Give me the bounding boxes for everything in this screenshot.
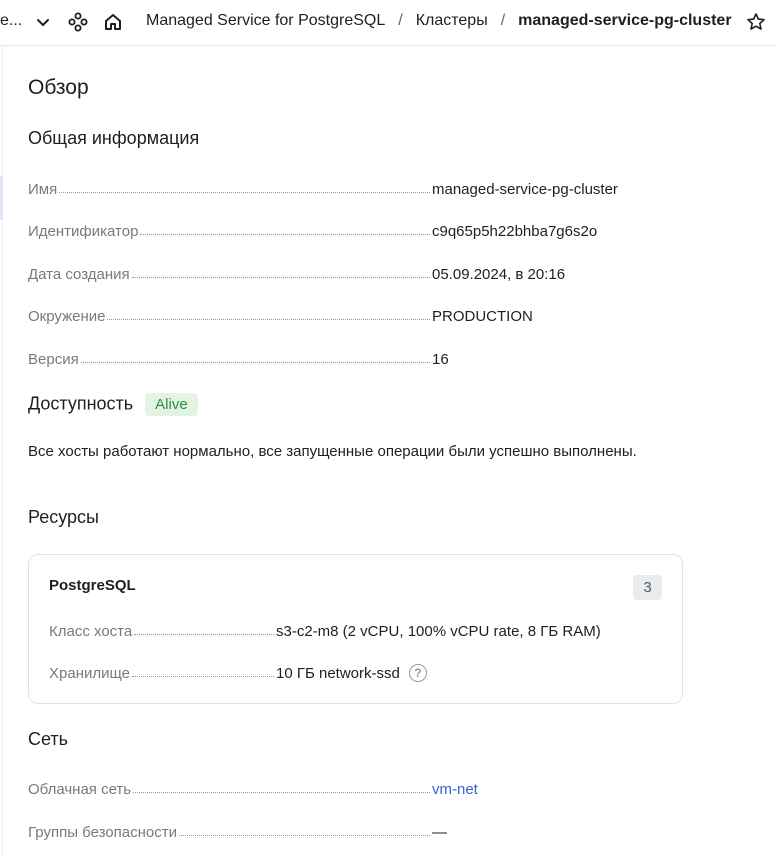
info-value: c9q65p5h22bhba7g6s2o <box>432 223 598 240</box>
dotted-leader <box>107 319 430 320</box>
network-row-security-groups: Группы безопасности — <box>28 819 628 841</box>
top-bar: е... Managed Service for PostgreSQL / Клас… <box>0 0 775 46</box>
left-panel-border <box>2 46 3 858</box>
resource-row-storage: Хранилище 10 ГБ network-ssd ? <box>49 660 609 682</box>
info-label: Идентификатор <box>28 223 139 240</box>
dotted-leader <box>59 192 430 193</box>
resource-value-wrap: 10 ГБ network-ssd ? <box>276 664 609 682</box>
dotted-leader <box>140 234 430 235</box>
truncated-menu-label[interactable]: е... <box>0 12 22 30</box>
dotted-leader <box>178 835 430 836</box>
home-icon[interactable] <box>102 11 124 33</box>
help-icon[interactable]: ? <box>408 664 427 682</box>
info-label: Версия <box>28 351 79 368</box>
general-info-title: Общая информация <box>28 128 200 148</box>
breadcrumb: Managed Service for PostgreSQL / Кластеры /… <box>146 12 732 30</box>
resources-title: Ресурсы <box>28 507 99 527</box>
info-value: managed-service-pg-cluster <box>432 181 618 198</box>
network-label: Группы безопасности <box>28 824 177 841</box>
chevron-down-icon[interactable] <box>32 11 54 33</box>
availability-title: Доступность Alive <box>28 393 198 416</box>
left-panel-scroll-accent <box>0 176 3 220</box>
availability-label: Доступность <box>28 393 134 414</box>
info-row-id: Идентификатор c9q65p5h22bhba7g6s2o <box>28 218 628 240</box>
breadcrumb-separator: / <box>500 12 506 29</box>
resource-row-host-class: Класс хоста s3-c2-m8 (2 vCPU, 100% vCPU … <box>49 618 609 640</box>
info-value: 05.09.2024, в 20:16 <box>432 266 566 283</box>
info-row-name: Имя managed-service-pg-cluster <box>28 176 628 198</box>
breadcrumb-clusters[interactable]: Кластеры <box>416 12 488 29</box>
info-value: 16 <box>432 351 449 368</box>
info-label: Дата создания <box>28 266 130 283</box>
info-row-version: Версия 16 <box>28 346 628 368</box>
status-badge: Alive <box>145 393 198 416</box>
info-label: Окружение <box>28 308 106 325</box>
resource-card-postgresql: PostgreSQL 3 Класс хоста s3-c2-m8 (2 vCP… <box>28 554 683 704</box>
dotted-leader <box>134 634 274 635</box>
resource-value: s3-c2-m8 (2 vCPU, 100% vCPU rate, 8 ГБ R… <box>276 623 601 640</box>
info-value: PRODUCTION <box>432 308 533 325</box>
network-row-cloud-net: Облачная сеть vm-net <box>28 776 628 798</box>
dotted-leader <box>80 362 430 363</box>
resource-value: 10 ГБ network-ssd <box>276 664 400 682</box>
network-value: — <box>432 824 447 841</box>
dotted-leader <box>132 676 274 677</box>
host-count-badge: 3 <box>633 575 662 600</box>
star-icon[interactable] <box>745 11 767 33</box>
network-label: Облачная сеть <box>28 781 132 798</box>
breadcrumb-separator: / <box>398 12 403 29</box>
network-title: Сеть <box>28 729 69 749</box>
dotted-leader <box>133 792 430 793</box>
resource-label: Хранилище <box>49 665 130 682</box>
info-row-environment: Окружение PRODUCTION <box>28 303 628 325</box>
services-icon[interactable] <box>67 11 89 33</box>
cloud-network-link[interactable]: vm-net <box>432 781 628 798</box>
dotted-leader <box>131 277 430 278</box>
page-title: Обзор <box>28 76 89 99</box>
info-label: Имя <box>28 181 58 198</box>
resource-card-title: PostgreSQL <box>49 577 136 594</box>
availability-description: Все хосты работают нормально, все запуще… <box>28 443 637 460</box>
resource-label: Класс хоста <box>49 623 133 640</box>
breadcrumb-service[interactable]: Managed Service for PostgreSQL <box>146 12 385 29</box>
info-row-created: Дата создания 05.09.2024, в 20:16 <box>28 261 628 283</box>
breadcrumb-current: managed-service-pg-cluster <box>518 12 732 29</box>
